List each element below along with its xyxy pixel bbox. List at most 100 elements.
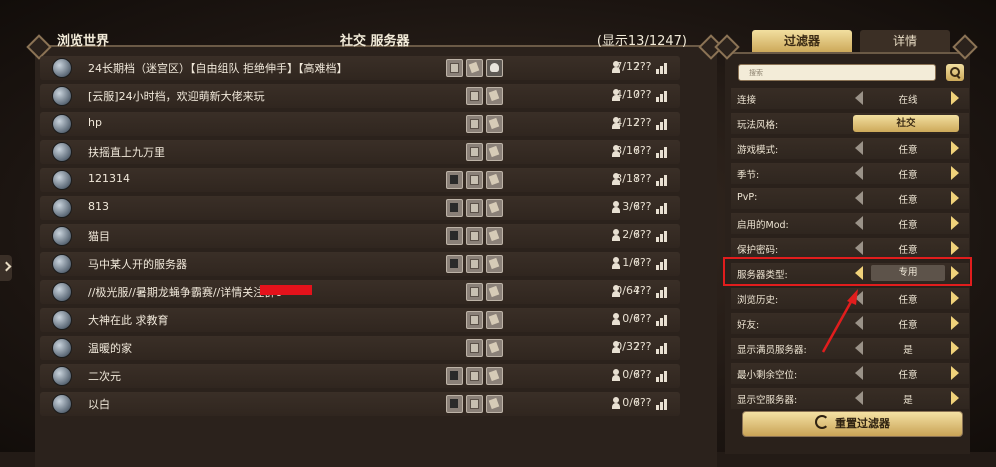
person-icon: [612, 229, 620, 242]
signal-bars-icon: [656, 202, 670, 214]
tab-details[interactable]: 详情: [860, 30, 950, 52]
signal-bar: [656, 69, 659, 74]
mod-scroll-icon-glyph: [488, 369, 500, 382]
chevron-right-icon[interactable]: [951, 366, 959, 380]
chevron-right-icon[interactable]: [951, 316, 959, 330]
filter-label: PvP:: [737, 192, 758, 203]
filter-label: 好友:: [737, 320, 760, 331]
tab-filter[interactable]: 过滤器: [752, 30, 852, 52]
search-button[interactable]: [946, 64, 964, 81]
globe-icon: [52, 366, 72, 386]
world-settings-icon: [446, 59, 463, 77]
world-settings-icon-glyph: [470, 343, 479, 353]
chevron-right-icon[interactable]: [951, 341, 959, 355]
lantern-icon-glyph: [450, 399, 458, 408]
ping-value: ???: [634, 284, 652, 297]
chevron-right-icon[interactable]: [951, 391, 959, 405]
chevron-right-icon[interactable]: [951, 166, 959, 180]
server-row[interactable]: 二次元 0/6???: [40, 364, 680, 388]
mod-scroll-icon-glyph: [488, 145, 500, 158]
server-row[interactable]: 温暖的家 0/32???: [40, 336, 680, 360]
lantern-icon-glyph: [450, 175, 458, 184]
globe-icon: [52, 170, 72, 190]
server-row[interactable]: hp 4/12???: [40, 112, 680, 136]
side-expand-button[interactable]: [0, 255, 12, 281]
ping-value: ???: [634, 172, 652, 185]
signal-bar: [660, 94, 663, 102]
filter-row: PvP: 任意: [731, 188, 969, 209]
ping-value: ???: [634, 200, 652, 213]
signal-bar: [660, 66, 663, 74]
server-row[interactable]: 猫目 2/6???: [40, 224, 680, 248]
player-count: 4/12: [615, 116, 640, 129]
server-row[interactable]: //极光服//暑期龙蝇争霸赛//详情关注群6 0/64???: [40, 280, 680, 304]
mod-scroll-icon: [486, 339, 503, 357]
globe-icon: [52, 142, 72, 162]
chevron-left-icon[interactable]: [855, 241, 863, 255]
chevron-right-icon[interactable]: [951, 241, 959, 255]
person-icon: [612, 201, 620, 214]
player-count: 3/6: [622, 200, 640, 213]
server-row[interactable]: 扶摇直上九万里 3/16???: [40, 140, 680, 164]
globe-icon: [52, 198, 72, 218]
mod-scroll-icon: [486, 255, 503, 273]
server-name: hp: [88, 116, 102, 129]
lantern-icon: [446, 395, 463, 413]
world-settings-icon: [466, 339, 483, 357]
server-name: 马中某人开的服务器: [88, 258, 187, 271]
server-row[interactable]: 24长期档（迷宫区）【自由组队 拒绝伸手】【高难档】 7/12???: [40, 56, 680, 80]
player-count: 3/18: [615, 172, 640, 185]
signal-bars-icon: [656, 286, 670, 298]
signal-bar: [656, 377, 659, 382]
chevron-left-icon[interactable]: [855, 366, 863, 380]
chevron-right-icon[interactable]: [951, 216, 959, 230]
server-row[interactable]: 以白 0/6???: [40, 392, 680, 416]
filter-value: 任意: [898, 320, 918, 331]
chevron-right-icon[interactable]: [951, 291, 959, 305]
player-count: 0/6: [622, 396, 640, 409]
filter-row: 好友: 任意: [731, 313, 969, 334]
chevron-right-icon[interactable]: [951, 191, 959, 205]
signal-bars-icon: [656, 370, 670, 382]
person-icon: [612, 397, 620, 410]
server-tags: [428, 115, 504, 133]
server-row[interactable]: 马中某人开的服务器 1/6???: [40, 252, 680, 276]
chevron-left-icon[interactable]: [855, 391, 863, 405]
chevron-right-icon[interactable]: [951, 91, 959, 105]
globe-icon: [52, 394, 72, 414]
chevron-left-icon[interactable]: [855, 341, 863, 355]
chevron-right-icon[interactable]: [951, 141, 959, 155]
server-tags: [428, 395, 504, 413]
chevron-right-icon: [1, 261, 12, 272]
mod-scroll-icon-glyph: [488, 285, 500, 298]
chevron-left-icon[interactable]: [855, 141, 863, 155]
chevron-left-icon[interactable]: [855, 316, 863, 330]
signal-bar: [664, 399, 667, 410]
chevron-left-icon[interactable]: [855, 291, 863, 305]
chevron-left-icon[interactable]: [855, 166, 863, 180]
server-row[interactable]: 大神在此 求教育 0/6???: [40, 308, 680, 332]
server-name: 二次元: [88, 370, 121, 383]
signal-bar: [656, 237, 659, 242]
person-icon: [612, 61, 620, 74]
server-row[interactable]: 121314 3/18???: [40, 168, 680, 192]
reset-filters-button[interactable]: 重置过滤器: [742, 411, 963, 437]
mod-scroll-icon: [486, 199, 503, 217]
world-settings-icon-glyph: [470, 231, 479, 241]
player-count: 0/64: [615, 284, 640, 297]
mod-scroll-icon: [486, 171, 503, 189]
search-input[interactable]: 搜索: [738, 64, 936, 81]
server-row[interactable]: [云服]24小时档，欢迎萌新大佬来玩 4/10???: [40, 84, 680, 108]
globe-icon: [52, 282, 72, 302]
server-category-title: 社交 服务器: [340, 34, 410, 49]
filter-list: 连接 在线 玩法风格: 社交 游戏模式: 任意 季节: 任意 PvP: 任意 启用的Mod: 任意 保护…: [731, 88, 969, 413]
server-row[interactable]: 813 3/6???: [40, 196, 680, 220]
reset-filters-label: 重置过滤器: [835, 417, 890, 430]
chevron-left-icon[interactable]: [855, 91, 863, 105]
chevron-left-icon[interactable]: [855, 191, 863, 205]
filter-value-button[interactable]: 社交: [853, 115, 959, 132]
server-name: 温暖的家: [88, 342, 132, 355]
mod-scroll-icon-glyph: [488, 117, 500, 130]
mod-scroll-icon: [486, 87, 503, 105]
chevron-left-icon[interactable]: [855, 216, 863, 230]
